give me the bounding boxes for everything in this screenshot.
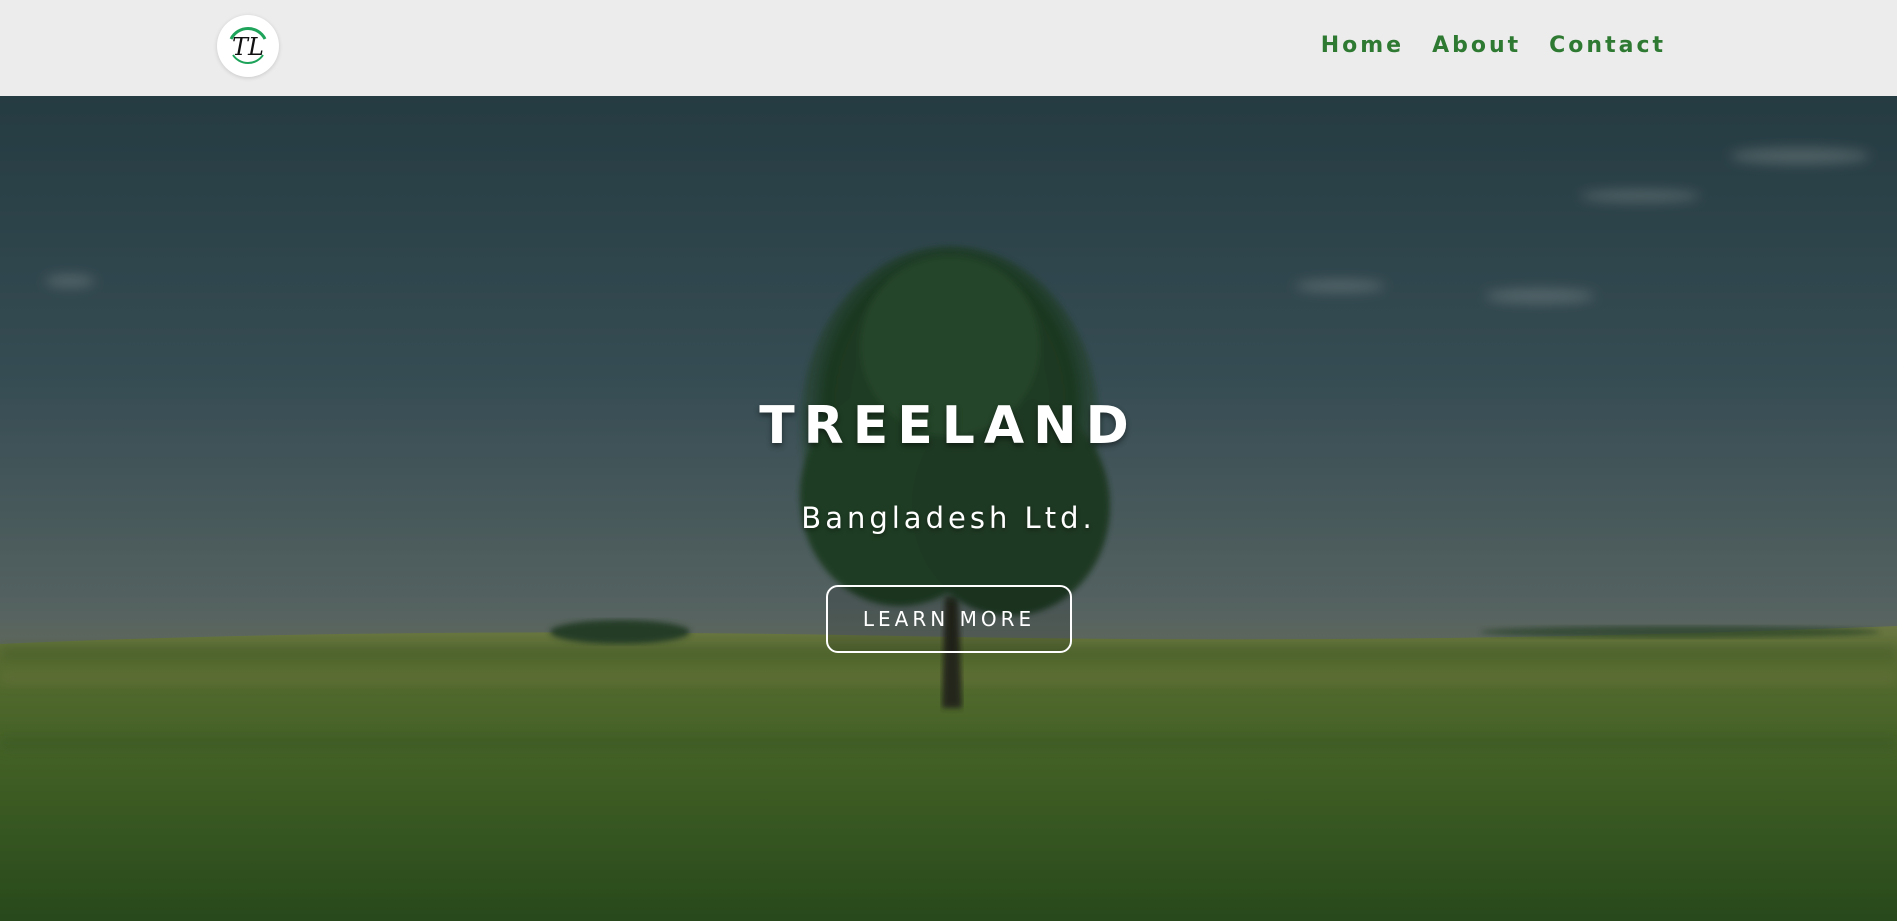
hero-title: TREELAND [759,396,1138,456]
treeland-logo-icon[interactable]: TL [217,15,279,77]
site-header: TL Home About Contact [0,0,1897,96]
nav-link-about[interactable]: About [1432,30,1521,62]
logo-text: TL [232,33,264,61]
main-nav: Home About Contact [1321,30,1666,62]
logo-graphic: TL [218,16,278,76]
hero-section: TREELAND Bangladesh Ltd. LEARN MORE [0,96,1897,921]
nav-link-contact[interactable]: Contact [1549,30,1666,62]
nav-link-home[interactable]: Home [1321,30,1404,62]
hero-subtitle: Bangladesh Ltd. [801,501,1096,535]
learn-more-button[interactable]: LEARN MORE [826,585,1072,653]
hero-content: TREELAND Bangladesh Ltd. LEARN MORE [0,96,1897,921]
